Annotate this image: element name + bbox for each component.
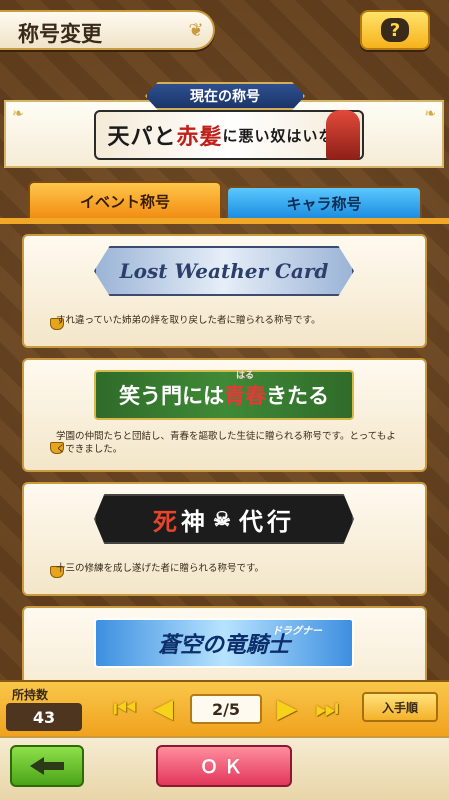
title-banner-red: 青春 はる: [224, 371, 266, 410]
page-indicator: 2/5: [190, 694, 262, 724]
page-title-plate: 称号変更 ❦: [0, 10, 215, 50]
help-icon: ?: [381, 18, 409, 42]
title-banner: Lost Weather Card: [94, 246, 354, 296]
title-banner-part: 笑う門には: [119, 383, 224, 408]
tab-underline: [0, 218, 449, 224]
title-banner-text: 蒼空の竜騎士: [157, 632, 290, 658]
title-banner-part: 代行: [238, 506, 295, 536]
title-card[interactable]: 死神 ☠ 代行 十三の修練を成し遂げた者に贈られる称号です。: [22, 482, 427, 596]
owned-count-label: 所持数: [12, 688, 49, 702]
title-banner: 死神 ☠ 代行: [94, 494, 354, 544]
arrow-left-icon: [30, 757, 64, 775]
title-card[interactable]: 笑う門には 青春 はるきたる 学園の仲間たちと団結し、青春を謳歌した生徒に贈られる称…: [22, 358, 427, 472]
next-page-icon[interactable]: ▶: [274, 692, 300, 726]
title-banner-red-text: 青春: [224, 383, 266, 408]
title-card[interactable]: Lost Weather Card すれ違っていた姉弟の絆を取り戻した者に贈られ…: [22, 234, 427, 348]
title-description: 十三の修練を成し遂げた者に贈られる称号です。: [56, 563, 265, 574]
character-avatar: [326, 110, 360, 160]
ornament-icon: ❧: [12, 106, 24, 122]
ruby-text: はる: [236, 371, 255, 381]
ornament-icon: ❧: [424, 106, 436, 122]
sort-button[interactable]: 入手順: [362, 692, 438, 722]
back-button[interactable]: [10, 745, 84, 787]
page-title: 称号変更: [18, 22, 102, 46]
current-title-banner: 天パと 赤髪 に悪い奴はいない: [94, 110, 364, 160]
current-title-panel: ❧ ❧ 天パと 赤髪 に悪い奴はいない: [4, 100, 444, 168]
title-description: すれ違っていた姉弟の絆を取り戻した者に贈られる称号です。: [56, 315, 321, 326]
title-banner-part: 神: [181, 506, 210, 536]
owned-count-value: 43: [6, 703, 82, 731]
current-title-red: 赤髪: [176, 124, 223, 150]
current-title-part: 天パと: [107, 124, 177, 150]
tab-event-titles[interactable]: イベント称号: [28, 181, 222, 219]
prev-page-icon[interactable]: ◀: [150, 692, 176, 726]
first-page-icon[interactable]: ⏮: [112, 692, 138, 726]
title-banner: 蒼空の竜騎士 ドラグナー: [94, 618, 354, 668]
last-page-icon[interactable]: ⏭: [314, 692, 340, 726]
title-description: 学園の仲間たちと団結し、青春を謳歌した生徒に贈られる称号です。とってもよくできま…: [56, 431, 396, 455]
ruby-text: ドラグナー: [272, 626, 322, 637]
title-list[interactable]: Lost Weather Card すれ違っていた姉弟の絆を取り戻した者に贈られ…: [22, 228, 427, 680]
skull-icon: ☠: [213, 507, 235, 531]
ok-button[interactable]: ＯＫ: [156, 745, 292, 787]
title-card[interactable]: 蒼空の竜騎士 ドラグナー: [22, 606, 427, 680]
title-banner-red: 死: [153, 506, 182, 536]
help-button[interactable]: ?: [360, 10, 430, 50]
ornament-icon: ❦: [188, 20, 204, 41]
current-title-label: 現在の称号: [145, 82, 305, 110]
tab-character-titles[interactable]: キャラ称号: [226, 186, 422, 219]
title-banner-part: きたる: [266, 383, 329, 408]
title-banner: 笑う門には 青春 はるきたる: [94, 370, 354, 420]
